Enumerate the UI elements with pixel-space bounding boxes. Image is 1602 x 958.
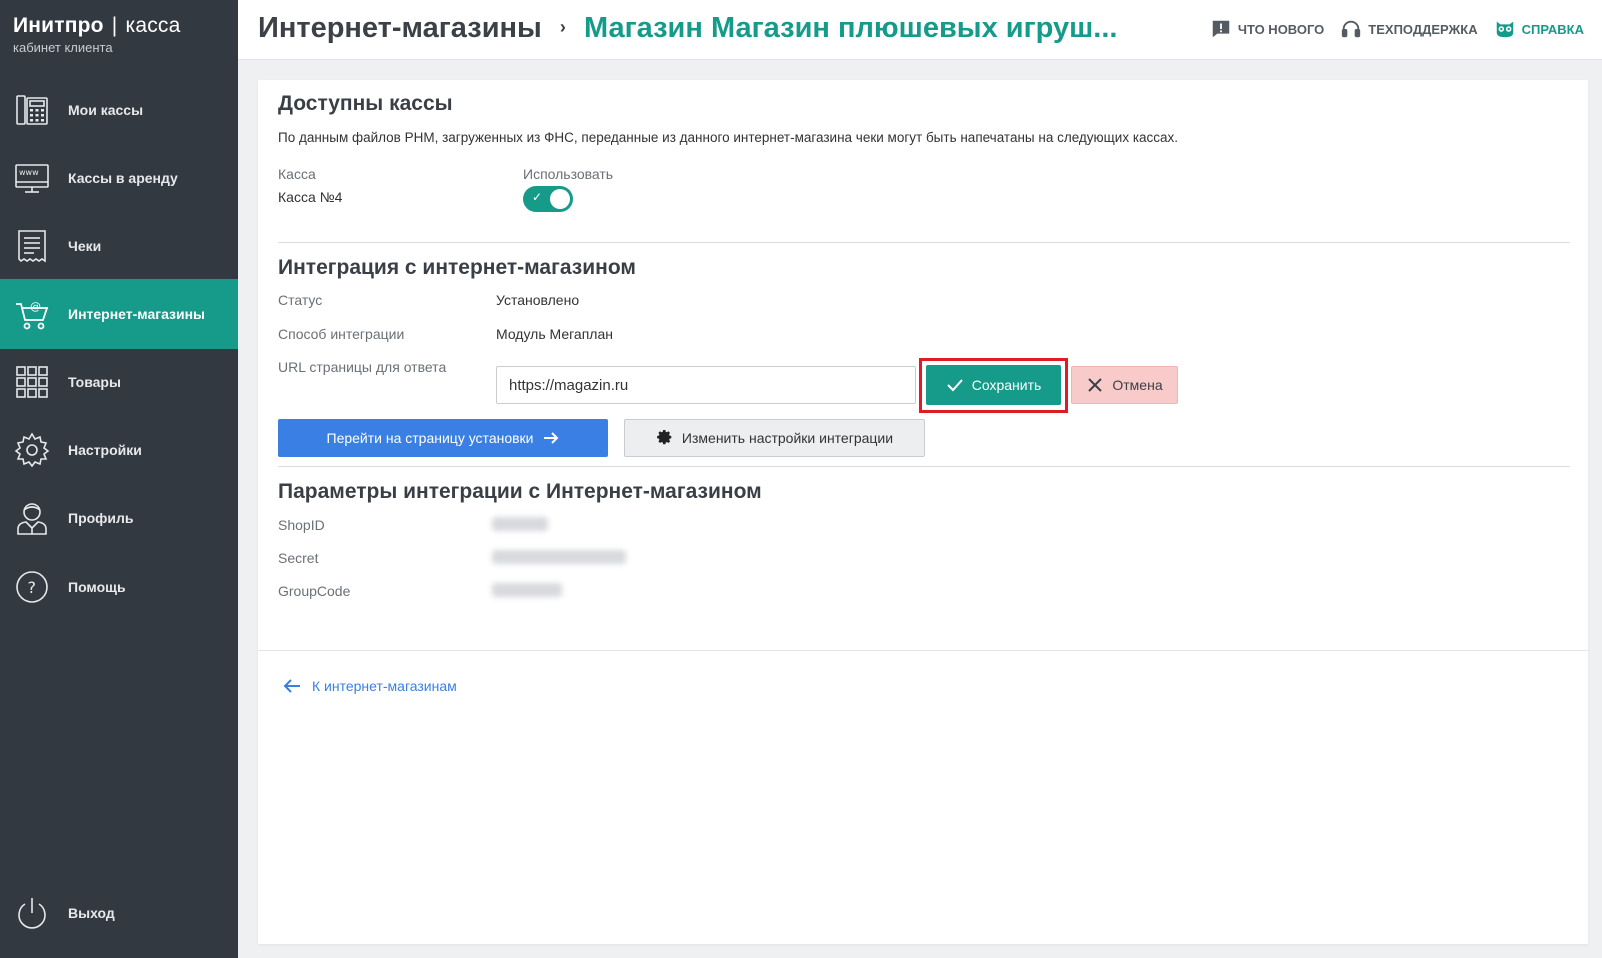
groupcode-label: GroupCode — [278, 583, 351, 599]
breadcrumb-current: Магазин Магазин плюшевых игруш... — [583, 12, 1118, 44]
sidebar-item-label: Помощь — [68, 579, 126, 595]
back-to-stores-link[interactable]: К интернет-магазинам — [282, 676, 457, 696]
gear-icon — [14, 432, 50, 468]
brand: Инитпро | касса кабинет клиента — [0, 0, 238, 68]
help-label: СПРАВКА — [1521, 21, 1584, 37]
divider — [278, 242, 1570, 243]
sidebar-item-settings[interactable]: Настройки — [0, 415, 238, 485]
logout-label: Выход — [68, 905, 115, 921]
divider — [278, 466, 1570, 467]
sidebar-item-goods[interactable]: Товары — [0, 347, 238, 417]
status-label: Статус — [278, 292, 323, 308]
available-registers-description: По данным файлов РНМ, загруженных из ФНС… — [278, 130, 1179, 145]
change-settings-label: Изменить настройки интеграции — [681, 430, 894, 446]
headset-icon — [1342, 20, 1361, 38]
breadcrumb: Интернет-магазины › Магазин Магазин плюш… — [258, 12, 1117, 45]
check-icon: ✓ — [532, 190, 543, 204]
sidebar-item-rent-registers[interactable]: www Кассы в аренду — [0, 143, 238, 213]
breadcrumb-parent[interactable]: Интернет-магазины — [258, 12, 542, 44]
status-value: Установлено — [496, 292, 580, 308]
receipt-icon — [14, 228, 50, 264]
top-header: Интернет-магазины › Магазин Магазин плюш… — [238, 0, 1602, 60]
gear-icon — [657, 430, 672, 445]
close-icon — [1088, 378, 1103, 392]
arrow-right-icon — [543, 432, 558, 444]
breadcrumb-separator: › — [559, 17, 566, 37]
support-label: ТЕХПОДДЕРЖКА — [1368, 21, 1478, 37]
sidebar-item-receipts[interactable]: Чеки — [0, 211, 238, 281]
toggle-knob — [550, 189, 570, 209]
use-register-toggle[interactable]: ✓ — [523, 186, 573, 212]
user-icon — [14, 500, 50, 536]
whats-new-label: ЧТО НОВОГО — [1237, 21, 1325, 37]
goto-install-label: Перейти на страницу установки — [326, 430, 534, 446]
whats-new-link[interactable]: ЧТО НОВОГО — [1210, 18, 1324, 40]
sidebar-item-label: Мои кассы — [68, 102, 144, 118]
footer-divider — [258, 650, 1588, 651]
www-terminal-icon: www — [14, 160, 50, 196]
response-url-label: URL страницы для ответа — [278, 359, 447, 375]
change-integration-settings-button[interactable]: Изменить настройки интеграции — [624, 419, 925, 457]
brand-name-bold: Инитпро — [13, 14, 104, 37]
sidebar-item-label: Товары — [68, 374, 121, 390]
save-button[interactable]: Сохранить — [926, 365, 1061, 405]
svg-text:@: @ — [30, 300, 41, 313]
brand-subtitle: кабинет клиента — [13, 40, 113, 55]
brand-title: Инитпро | касса — [13, 14, 225, 38]
top-links: ЧТО НОВОГО ТЕХПОДДЕРЖКА СПРАВКА — [1210, 18, 1584, 40]
shopid-label: ShopID — [278, 517, 325, 533]
brand-separator: | — [111, 14, 118, 37]
cancel-label: Отмена — [1112, 377, 1163, 393]
sidebar-item-online-stores[interactable]: @ Интернет-магазины — [0, 279, 238, 349]
svg-text:?: ? — [28, 578, 37, 597]
back-link-label: К интернет-магазинам — [312, 678, 457, 694]
sidebar-item-label: Настройки — [68, 442, 142, 458]
online-cart-icon: @ — [14, 296, 50, 332]
svg-text:www: www — [19, 168, 39, 177]
integration-title: Интеграция с интернет-магазином — [278, 256, 636, 279]
logout-button[interactable]: Выход — [0, 878, 238, 948]
sidebar-item-help[interactable]: ? Помощь — [0, 552, 238, 622]
integration-method-value: Модуль Мегаплан — [496, 326, 613, 342]
brand-name-light: касса — [125, 14, 181, 37]
sidebar-item-label: Профиль — [68, 510, 134, 526]
register-name: Касса №4 — [278, 189, 343, 205]
use-column-header: Использовать — [523, 166, 614, 182]
owl-icon — [1496, 21, 1513, 38]
shopid-value-redacted — [492, 517, 548, 531]
groupcode-value-redacted — [492, 583, 562, 597]
sidebar-item-label: Интернет-магазины — [68, 306, 206, 322]
sidebar-item-label: Кассы в аренду — [68, 170, 178, 186]
integration-params-title: Параметры интеграции с Интернет-магазино… — [278, 480, 762, 503]
sidebar-item-profile[interactable]: Профиль — [0, 483, 238, 553]
save-label: Сохранить — [971, 377, 1042, 393]
help-circle-icon: ? — [14, 569, 50, 605]
support-link[interactable]: ТЕХПОДДЕРЖКА — [1340, 18, 1478, 40]
power-icon — [14, 895, 50, 931]
secret-label: Secret — [278, 550, 319, 566]
main-card: Доступны кассы По данным файлов РНМ, заг… — [258, 80, 1588, 944]
integration-method-label: Способ интеграции — [278, 326, 405, 342]
sidebar: Инитпро | касса кабинет клиента Мои касс… — [0, 0, 238, 958]
help-link[interactable]: СПРАВКА — [1494, 18, 1584, 40]
chat-alert-icon — [1212, 20, 1230, 38]
secret-value-redacted — [492, 550, 626, 564]
arrow-left-icon — [283, 679, 300, 693]
available-registers-title: Доступны кассы — [278, 92, 453, 115]
sidebar-item-label: Чеки — [68, 238, 102, 254]
cash-register-icon — [14, 92, 50, 128]
register-column-header: Касса — [278, 166, 316, 182]
grid-icon — [14, 364, 50, 400]
cancel-button[interactable]: Отмена — [1071, 366, 1178, 404]
check-icon — [946, 379, 963, 392]
sidebar-item-my-registers[interactable]: Мои кассы — [0, 75, 238, 145]
goto-install-page-button[interactable]: Перейти на страницу установки — [278, 419, 608, 457]
response-url-input[interactable] — [496, 366, 916, 404]
